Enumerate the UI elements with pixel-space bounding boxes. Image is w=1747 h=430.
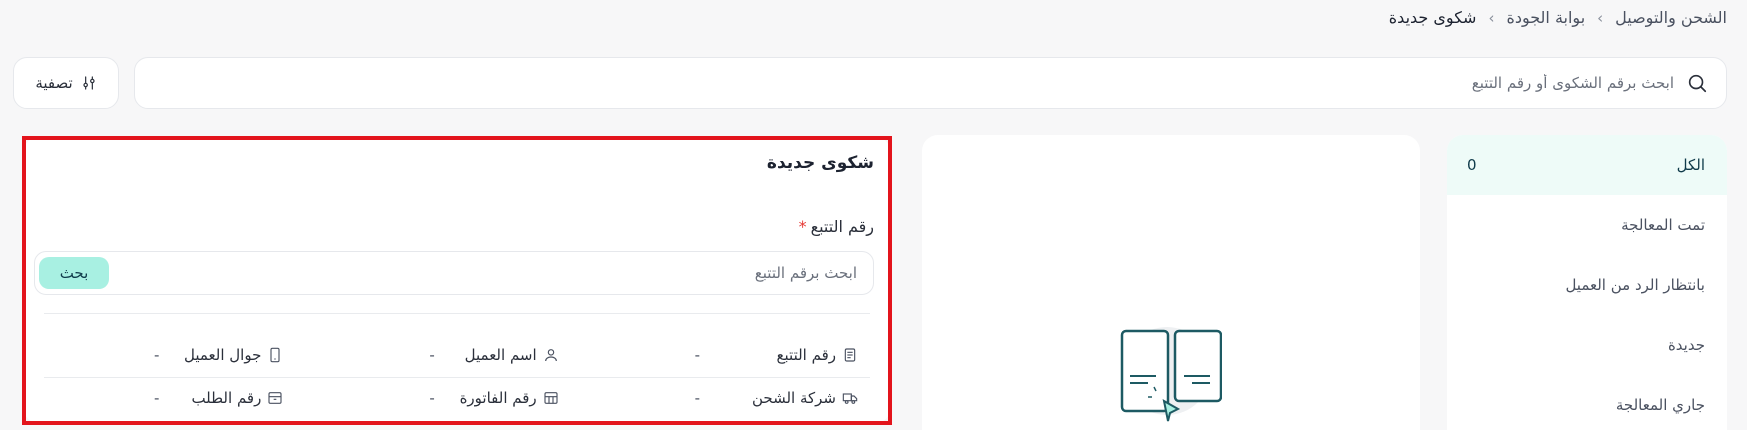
search-button[interactable]: بحث xyxy=(39,257,109,289)
info-customer-name: اسم العميل - xyxy=(319,346,594,364)
status-count: 0 xyxy=(1467,156,1477,174)
status-item-in-progress[interactable]: جاري المعالجة xyxy=(1447,375,1727,430)
complaint-search-bar xyxy=(134,57,1727,109)
user-icon xyxy=(543,347,559,363)
info-invoice-number: رقم الفاتورة - xyxy=(319,389,594,407)
info-label: جوال العميل xyxy=(183,346,262,364)
chevron-left-icon: › xyxy=(1488,8,1495,27)
info-value: - xyxy=(154,389,160,407)
status-label: الكل xyxy=(1676,156,1705,174)
status-item-new[interactable]: جديدة xyxy=(1447,315,1727,375)
invoice-icon xyxy=(543,390,559,406)
new-complaint-card: شكوى جديدة رقم التتبع* بحث رقم التتبع - … xyxy=(24,137,890,423)
info-row: رقم التتبع - اسم العميل - جوال العميل - xyxy=(44,334,870,376)
info-value: - xyxy=(154,346,160,364)
info-order-number: رقم الطلب - xyxy=(44,389,319,407)
info-value: - xyxy=(694,389,701,407)
status-label: بانتظار الرد من العميل xyxy=(1565,276,1705,294)
breadcrumb-current: شكوى جديدة xyxy=(1388,8,1477,27)
status-label: تمت المعالجة xyxy=(1621,216,1705,234)
complaint-search-input[interactable] xyxy=(153,74,1674,92)
breadcrumb-item-quality-portal[interactable]: بوابة الجودة xyxy=(1506,8,1585,27)
info-value: - xyxy=(429,346,435,364)
search-icon xyxy=(1686,72,1708,94)
info-label: رقم الفاتورة xyxy=(459,389,537,407)
info-row: شركة الشحن - رقم الفاتورة - رقم الطلب - xyxy=(44,377,870,419)
receipt-icon xyxy=(842,347,858,363)
info-tracking-number: رقم التتبع - xyxy=(595,346,870,364)
info-customer-phone: جوال العميل - xyxy=(44,346,319,364)
info-label: شركة الشحن xyxy=(751,389,836,407)
filter-button[interactable]: تصفية xyxy=(13,57,119,109)
status-list: الكل 0 تمت المعالجة بانتظار الرد من العم… xyxy=(1447,135,1727,430)
status-item-awaiting-customer[interactable]: بانتظار الرد من العميل xyxy=(1447,255,1727,315)
status-label: جديدة xyxy=(1667,336,1705,354)
chevron-left-icon: › xyxy=(1597,8,1604,27)
info-label: رقم الطلب xyxy=(191,389,262,407)
breadcrumb: الشحن والتوصيل › بوابة الجودة › شكوى جدي… xyxy=(1389,8,1727,27)
info-label: اسم العميل xyxy=(464,346,537,364)
tracking-number-input[interactable] xyxy=(109,264,857,282)
truck-icon xyxy=(842,390,858,406)
box-icon xyxy=(267,390,283,406)
card-title: شكوى جديدة xyxy=(766,153,874,173)
tracking-search-field: بحث xyxy=(34,251,874,295)
status-item-processed[interactable]: تمت المعالجة xyxy=(1447,195,1727,255)
phone-icon xyxy=(267,347,283,363)
info-label: رقم التتبع xyxy=(776,346,836,364)
empty-state-illustration xyxy=(1120,327,1222,422)
sliders-icon xyxy=(81,75,97,91)
tracking-label-text: رقم التتبع xyxy=(810,217,874,236)
empty-state-card xyxy=(922,135,1420,430)
info-value: - xyxy=(694,346,701,364)
info-value: - xyxy=(429,389,435,407)
breadcrumb-item-shipping[interactable]: الشحن والتوصيل xyxy=(1615,8,1727,27)
divider xyxy=(44,313,870,314)
tracking-number-label: رقم التتبع* xyxy=(799,217,874,236)
status-label: جاري المعالجة xyxy=(1615,396,1705,414)
filter-label: تصفية xyxy=(35,74,73,92)
info-shipping-company: شركة الشحن - xyxy=(595,389,870,407)
required-mark: * xyxy=(798,217,807,236)
status-item-all[interactable]: الكل 0 xyxy=(1447,135,1727,195)
